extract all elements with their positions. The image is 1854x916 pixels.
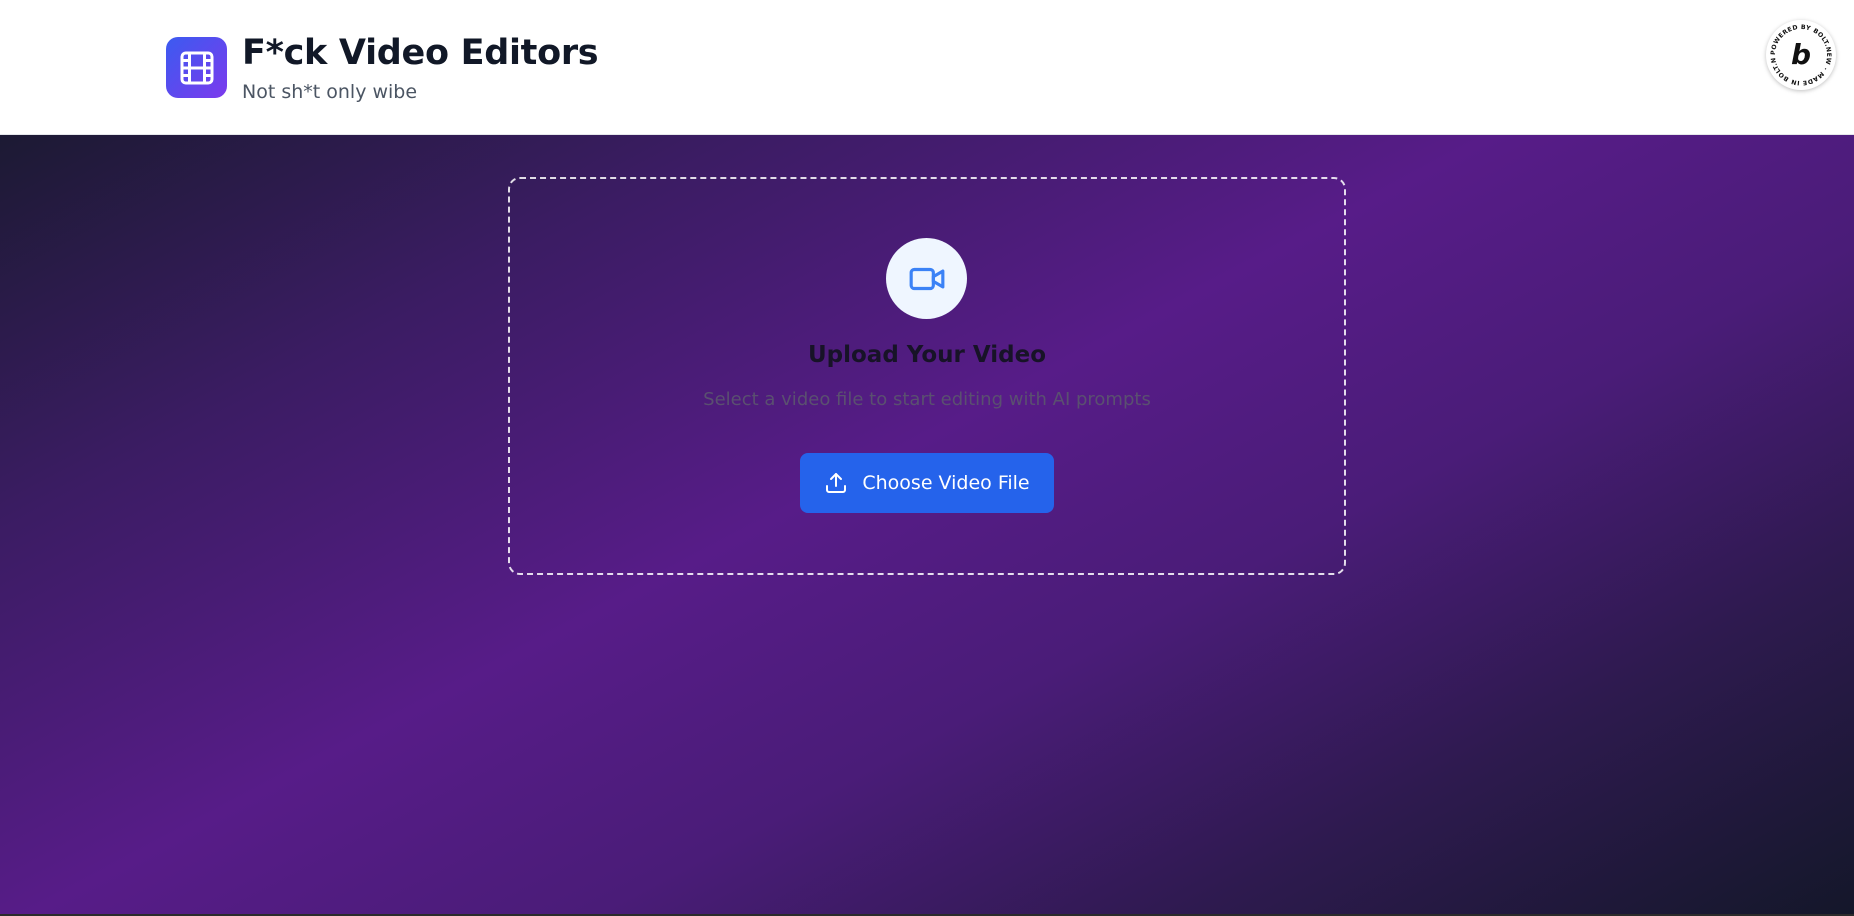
bolt-badge[interactable]: POWERED BY BOLT.NEW · MADE IN BOLT.NEW ·…: [1762, 15, 1836, 90]
upload-title: Upload Your Video: [807, 342, 1047, 368]
choose-video-file-label: Choose Video File: [862, 472, 1030, 494]
app-title: F*ck Video Editors: [242, 33, 599, 73]
upload-description: Select a video file to start editing wit…: [703, 389, 1151, 410]
film-icon: [180, 51, 213, 84]
bolt-badge-letter: b: [1791, 38, 1811, 71]
app-header: F*ck Video Editors Not sh*t only wibe PO…: [0, 0, 1854, 135]
bolt-logo-icon: POWERED BY BOLT.NEW · MADE IN BOLT.NEW ·…: [1762, 15, 1831, 86]
upload-icon: [824, 471, 848, 495]
app-logo: [166, 37, 227, 98]
choose-video-file-button[interactable]: Choose Video File: [800, 453, 1054, 513]
video-dropzone[interactable]: [508, 177, 1346, 575]
app-subtitle: Not sh*t only wibe: [242, 81, 418, 103]
video-camera-icon: [909, 267, 944, 290]
upload-icon-circle: [886, 238, 967, 319]
